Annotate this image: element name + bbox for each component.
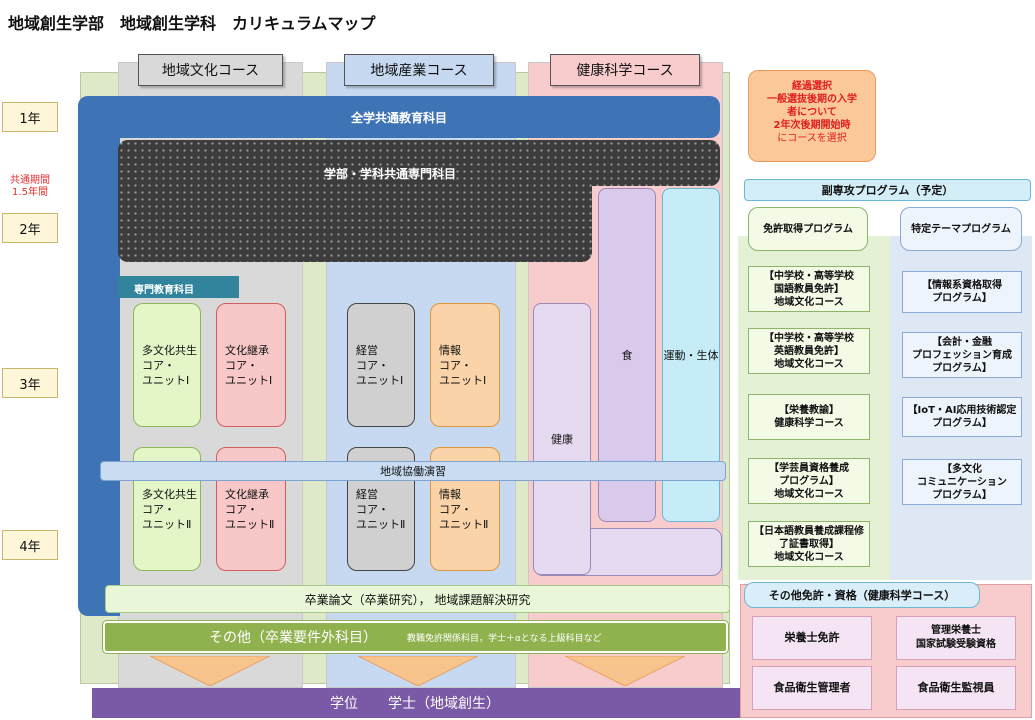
minor-program-title: 副専攻プログラム（予定） xyxy=(744,179,1031,201)
course-selection-sub: にコースを選択 xyxy=(777,133,847,144)
other-license-item: 食品衛生監視員 xyxy=(896,666,1016,710)
other-subjects-bar: その他（卒業要件外科目） 教職免許関係科目，学士＋αとなる上級科目など xyxy=(102,620,729,654)
arrow-down-icon xyxy=(357,655,479,687)
general-education-label: 全学共通教育科目 xyxy=(350,110,447,125)
management-core-unit-1: 経営 コア・ ユニットⅠ xyxy=(347,303,415,427)
other-subjects-label: その他（卒業要件外科目） xyxy=(209,630,377,646)
graduation-thesis-bar: 卒業論文（卒業研究）， 地域課題解決研究 xyxy=(105,585,730,613)
general-education-bar: 全学共通教育科目 xyxy=(78,96,720,138)
health-course-tab: 健康科学コース xyxy=(550,54,700,86)
regional-practice-bar: 地域協働演習 xyxy=(100,461,726,481)
license-program-item: 【中学校・高等学校 英語教員免許】 地域文化コース xyxy=(748,328,870,374)
other-licenses-title: その他免許・資格（健康科学コース） xyxy=(744,582,980,608)
license-program-item: 【日本語教員養成課程修 了証書取得】 地域文化コース xyxy=(748,521,870,567)
multicultural-core-unit-1: 多文化共生 コア・ ユニットⅠ xyxy=(133,303,201,427)
year-label-1: 1年 xyxy=(2,102,58,132)
year-label-4: 4年 xyxy=(2,530,58,560)
heritage-core-unit-1: 文化継承 コア・ ユニットⅠ xyxy=(216,303,286,427)
theme-program-item: 【IoT・AI応用技術認定 プログラム】 xyxy=(902,397,1022,437)
degree-value: 学士（地域創生） xyxy=(388,696,500,712)
arrow-down-icon xyxy=(564,655,686,687)
theme-program-item: 【多文化 コミュニケーション プログラム】 xyxy=(902,459,1022,505)
page-title: 地域創生学部 地域創生学科 カリキュラムマップ xyxy=(8,14,376,33)
theme-program-header: 特定テーマプログラム xyxy=(900,207,1022,251)
theme-program-item: 【情報系資格取得 プログラム】 xyxy=(902,271,1022,313)
industry-course-tab: 地域産業コース xyxy=(344,54,494,86)
arrow-down-icon xyxy=(149,655,271,687)
course-selection-main: 経過選択 一般選抜後期の入学 者について 2年次後期開始時 xyxy=(767,81,857,131)
common-period-note: 共通期間 1.5年間 xyxy=(10,175,50,198)
year-label-2: 2年 xyxy=(2,213,58,243)
license-program-item: 【学芸員資格養成 プログラム】 地域文化コース xyxy=(748,458,870,504)
license-program-item: 【栄養教諭】 健康科学コース xyxy=(748,394,870,440)
year-label-3: 3年 xyxy=(2,368,58,398)
other-license-item: 管理栄養士 国家試験受験資格 xyxy=(896,616,1016,660)
course-selection-note: 経過選択 一般選抜後期の入学 者について 2年次後期開始時 にコースを選択 xyxy=(748,70,876,162)
theme-program-item: 【会計・金融 プロフェッション育成 プログラム】 xyxy=(902,332,1022,378)
health-column: 健康 xyxy=(533,303,591,575)
license-program-header: 免許取得プログラム xyxy=(748,207,868,251)
other-license-item: 食品衛生管理者 xyxy=(752,666,872,710)
degree-bar: 学位 学士（地域創生） xyxy=(92,688,740,718)
other-license-item: 栄養士免許 xyxy=(752,616,872,660)
faculty-common-body xyxy=(118,140,592,262)
license-program-item: 【中学校・高等学校 国語教員免許】 地域文化コース xyxy=(748,266,870,312)
information-core-unit-1: 情報 コア・ ユニットⅠ xyxy=(430,303,500,427)
specialized-education-label: 専門教育科目 xyxy=(118,276,239,298)
general-education-vertical xyxy=(78,96,120,616)
culture-course-tab: 地域文化コース xyxy=(138,54,283,86)
other-subjects-detail: 教職免許関係科目，学士＋αとなる上級科目など xyxy=(407,633,602,644)
degree-label: 学位 xyxy=(330,696,358,712)
faculty-common-label: 学部・学科共通専門科目 xyxy=(323,166,456,181)
